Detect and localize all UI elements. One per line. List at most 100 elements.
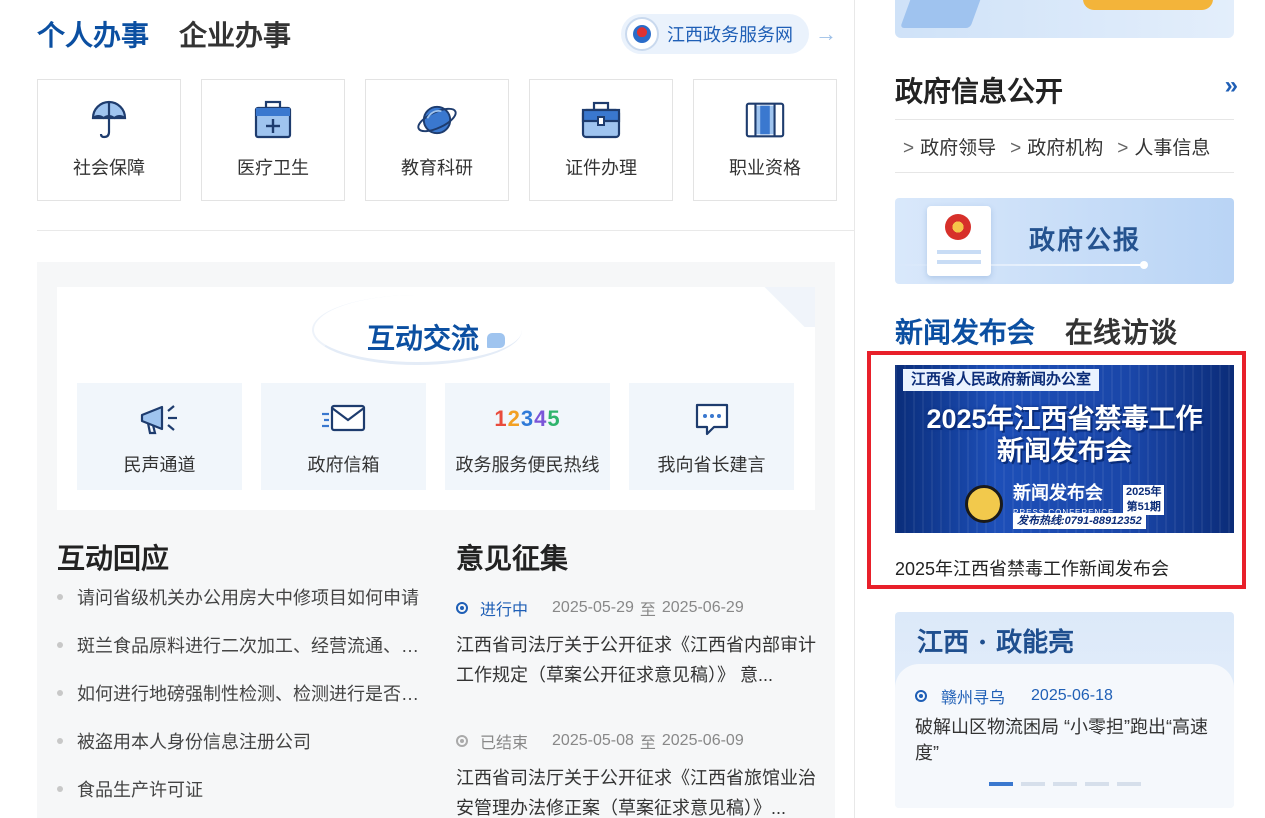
channel-label: 政务服务便民热线 bbox=[455, 455, 600, 475]
radio-dot-icon bbox=[456, 735, 468, 747]
list-item[interactable]: 被盗用本人身份信息注册公司 bbox=[57, 728, 427, 776]
decorative-line bbox=[895, 261, 1148, 269]
mail-icon bbox=[320, 401, 368, 437]
opinion-end-date: 2025-06-09 bbox=[661, 732, 744, 749]
jx-title: 江西 · 政能亮 bbox=[917, 628, 1075, 658]
interaction-card: 互动交流 民声通道 政府信箱 1 2 3 4 5 政务服务便民热线 我向省长建言 bbox=[57, 287, 815, 510]
tab-enterprise[interactable]: 企业办事 bbox=[179, 14, 291, 54]
chevron-right-icon: > bbox=[1010, 137, 1022, 159]
service-label: 医疗卫生 bbox=[237, 158, 309, 178]
press-year-badge: 2025年 第51期 bbox=[1123, 485, 1165, 515]
list-item[interactable]: 如何进行地磅强制性检测、检测进行是否收费 bbox=[57, 680, 427, 728]
press-banner-title: 2025年江西省禁毒工作 新闻发布会 bbox=[895, 403, 1234, 467]
gov-bulletin-banner[interactable]: 政府公报 bbox=[895, 198, 1234, 284]
opinion-link[interactable]: 江西省司法厅关于公开征求《江西省内部审计工作规定（草案公开征求意见稿）》 意..… bbox=[456, 630, 816, 690]
responses-title: 互动回应 bbox=[57, 543, 170, 574]
channel-label: 民声通道 bbox=[123, 455, 196, 475]
speech-bubble-icon bbox=[487, 333, 505, 348]
tab-press-conference[interactable]: 新闻发布会 bbox=[895, 311, 1035, 351]
opinion-item: 已结束 2025-05-08 至 2025-06-09 江西省司法厅关于公开征求… bbox=[456, 729, 816, 818]
interaction-title: 互动交流 bbox=[57, 317, 815, 357]
umbrella-icon bbox=[87, 98, 131, 142]
bulletin-label: 政府公报 bbox=[1029, 225, 1142, 255]
jx-date: 2025-06-18 bbox=[1031, 687, 1113, 704]
service-certificates[interactable]: 证件办理 bbox=[529, 79, 673, 201]
press-hotline: 发布热线:0791-88912352 bbox=[1013, 513, 1146, 529]
interaction-channels: 民声通道 政府信箱 1 2 3 4 5 政务服务便民热线 我向省长建言 bbox=[77, 383, 794, 490]
hotline-digit: 3 bbox=[520, 406, 535, 431]
tab-personal[interactable]: 个人办事 bbox=[37, 14, 149, 54]
service-label: 教育科研 bbox=[401, 158, 473, 178]
jx-meta: 赣州寻乌 2025-06-18 bbox=[915, 684, 1113, 708]
channel-gov-mailbox[interactable]: 政府信箱 bbox=[261, 383, 426, 490]
hotline-12345-icon: 12345 bbox=[494, 401, 560, 437]
carousel-dot[interactable] bbox=[1117, 782, 1141, 786]
jx-article-link[interactable]: 破解山区物流困局 “小零担”跑出“高速度” bbox=[915, 714, 1215, 766]
press-conference-image[interactable]: 江西省人民政府新闻办公室 2025年江西省禁毒工作 新闻发布会 新闻发布会 PR… bbox=[895, 365, 1234, 533]
carousel-dot[interactable] bbox=[1021, 782, 1045, 786]
channel-hotline-12345[interactable]: 12345 政务服务便民热线 bbox=[445, 383, 610, 490]
top-banner[interactable] bbox=[895, 0, 1234, 38]
service-social-security[interactable]: 社会保障 bbox=[37, 79, 181, 201]
link-gov-leaders[interactable]: > 政府领导 bbox=[903, 133, 996, 160]
link-label: 人事信息 bbox=[1134, 137, 1211, 159]
channel-governor-advice[interactable]: 我向省长建言 bbox=[629, 383, 794, 490]
service-label: 证件办理 bbox=[565, 158, 637, 178]
left-column: 个人办事 企业办事 江西政务服务网 → 社会保障 医疗卫生 教育科研 证件办理 … bbox=[0, 0, 855, 818]
opinion-item: 进行中 2025-05-29 至 2025-06-29 江西省司法厅关于公开征求… bbox=[456, 596, 816, 690]
channel-label: 政府信箱 bbox=[307, 455, 380, 475]
hotline-digit: 5 bbox=[547, 406, 561, 431]
banner-button[interactable] bbox=[1083, 0, 1213, 10]
gov-info-title: 政府信息公开 bbox=[895, 76, 1064, 107]
opinion-link[interactable]: 江西省司法厅关于公开征求《江西省旅馆业治安管理办法修正案（草案征求意见稿）》..… bbox=[456, 763, 816, 818]
service-education[interactable]: 教育科研 bbox=[365, 79, 509, 201]
link-personnel-info[interactable]: > 人事信息 bbox=[1117, 133, 1210, 160]
carousel-dot[interactable] bbox=[1085, 782, 1109, 786]
interaction-section: 互动交流 民声通道 政府信箱 1 2 3 4 5 政务服务便民热线 我向省长建言… bbox=[37, 262, 835, 818]
service-qualification[interactable]: 职业资格 bbox=[693, 79, 837, 201]
link-gov-agencies[interactable]: > 政府机构 bbox=[1010, 133, 1103, 160]
opinion-end-date: 2025-06-29 bbox=[661, 599, 744, 616]
service-medical[interactable]: 医疗卫生 bbox=[201, 79, 345, 201]
press-year: 2025年 bbox=[1126, 486, 1162, 498]
double-chevron-right-icon[interactable]: » bbox=[1225, 72, 1239, 100]
hotline-digit: 1 bbox=[494, 406, 508, 431]
jiangxi-portal-link[interactable]: 江西政务服务网 → bbox=[621, 14, 839, 54]
service-label: 职业资格 bbox=[729, 158, 801, 178]
opinions-title: 意见征集 bbox=[456, 543, 569, 574]
date-separator: 至 bbox=[639, 735, 656, 752]
book-icon bbox=[743, 98, 787, 142]
press-seal-icon bbox=[965, 485, 1003, 523]
press-office-label: 江西省人民政府新闻办公室 bbox=[903, 369, 1100, 391]
channel-public-voice[interactable]: 民声通道 bbox=[77, 383, 242, 490]
date-separator: 至 bbox=[639, 602, 656, 619]
list-item[interactable]: 食品生产许可证 bbox=[57, 776, 427, 818]
opinion-meta: 已结束 2025-05-08 至 2025-06-09 bbox=[456, 729, 816, 753]
emblem-icon bbox=[625, 17, 659, 51]
carousel-dot[interactable] bbox=[1053, 782, 1077, 786]
list-item[interactable]: 请问省级机关办公用房大中修项目如何申请 bbox=[57, 584, 427, 632]
arrow-right-icon[interactable]: → bbox=[815, 21, 837, 47]
press-conf-cn: 新闻发布会 bbox=[1013, 483, 1103, 503]
press-title-line1: 2025年江西省禁毒工作 bbox=[926, 404, 1203, 434]
megaphone-icon bbox=[138, 401, 182, 437]
gov-info-links: > 政府领导 > 政府机构 > 人事信息 bbox=[895, 119, 1234, 173]
press-caption-link[interactable]: 2025年江西省禁毒工作新闻发布会 bbox=[895, 555, 1169, 581]
jx-location: 赣州寻乌 bbox=[941, 690, 1006, 707]
hotline-digit: 4 bbox=[534, 406, 548, 431]
portal-pill[interactable]: 江西政务服务网 bbox=[621, 14, 809, 54]
service-tabs: 个人办事 企业办事 bbox=[37, 14, 291, 54]
service-grid: 社会保障 医疗卫生 教育科研 证件办理 职业资格 bbox=[37, 79, 837, 201]
hotline-digit: 2 bbox=[507, 406, 521, 431]
link-label: 政府领导 bbox=[920, 137, 997, 159]
list-item[interactable]: 斑兰食品原料进行二次加工、经营流通、销售 bbox=[57, 632, 427, 680]
carousel-dot[interactable] bbox=[989, 782, 1013, 786]
briefcase-icon bbox=[579, 98, 623, 142]
opinion-start-date: 2025-05-08 bbox=[552, 732, 634, 749]
portal-label: 江西政务服务网 bbox=[667, 25, 793, 45]
chat-bubble-icon bbox=[692, 401, 732, 437]
news-tabs: 新闻发布会 在线访谈 bbox=[895, 311, 1177, 351]
tab-online-interview[interactable]: 在线访谈 bbox=[1065, 311, 1177, 351]
jx-content: 赣州寻乌 2025-06-18 破解山区物流困局 “小零担”跑出“高速度” bbox=[895, 664, 1234, 808]
jx-zhengnengliang-card: 江西 · 政能亮 赣州寻乌 2025-06-18 破解山区物流困局 “小零担”跑… bbox=[895, 612, 1234, 808]
